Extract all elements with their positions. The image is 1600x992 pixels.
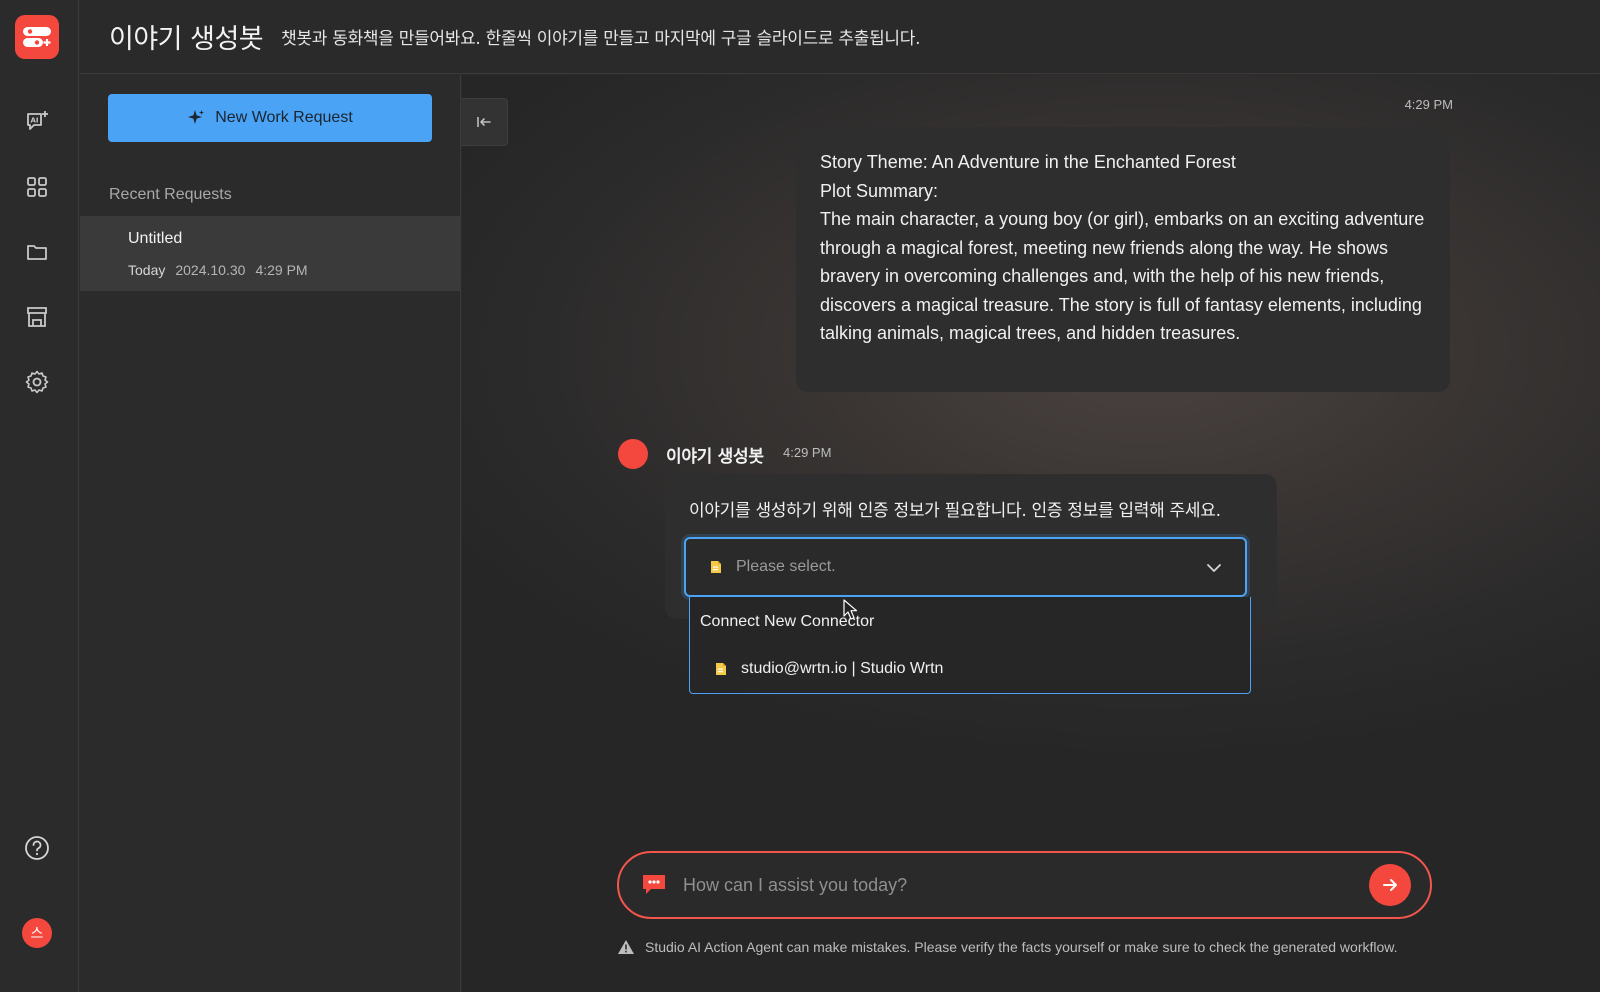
- folder-icon: [27, 245, 47, 260]
- gear-icon: [25, 370, 49, 394]
- recent-request-date: 2024.10.30: [175, 262, 246, 278]
- new-work-request-label: New Work Request: [215, 109, 353, 126]
- connect-new-connector-option[interactable]: Connect New Connector: [690, 600, 1250, 644]
- mouse-cursor-icon: [843, 599, 858, 620]
- account-option[interactable]: studio@wrtn.io | Studio Wrtn: [690, 647, 1250, 691]
- top-header: 이야기 생성봇 챗봇과 동화책을 만들어봐요. 한줄씩 이야기를 만들고 마지막…: [80, 0, 1600, 74]
- bot-name: 이야기 생성봇: [666, 447, 764, 467]
- user-message-bubble: Story Theme: An Adventure in the Enchant…: [796, 127, 1450, 392]
- svg-text:AI: AI: [31, 117, 39, 125]
- chat-area: 4:29 PM Story Theme: An Adventure in the…: [462, 75, 1600, 992]
- help-icon: [25, 836, 49, 860]
- user-message-time: 4:29 PM: [1404, 97, 1453, 112]
- disclaimer: Studio AI Action Agent can make mistakes…: [617, 939, 1437, 955]
- nav-rail: AI 스: [0, 0, 79, 992]
- user-message-line: Plot Summary:: [820, 180, 939, 201]
- nav-ai-chat[interactable]: AI: [20, 105, 54, 139]
- chat-bubble-icon: [643, 875, 665, 894]
- document-icon: [716, 663, 726, 675]
- nav-store[interactable]: [20, 300, 54, 334]
- logo-icon: [23, 27, 51, 47]
- bot-message-time: 4:29 PM: [783, 445, 832, 460]
- history-panel: New Work Request Recent Requests Untitle…: [80, 75, 461, 992]
- option-label: studio@wrtn.io | Studio Wrtn: [741, 660, 944, 677]
- select-placeholder: Please select.: [736, 558, 836, 575]
- ai-chat-icon: AI: [27, 111, 48, 130]
- nav-settings[interactable]: [20, 365, 54, 399]
- nav-files[interactable]: [20, 235, 54, 269]
- page-description: 챗봇과 동화책을 만들어봐요. 한줄씩 이야기를 만들고 마지막에 구글 슬라이…: [281, 29, 921, 49]
- recent-request-day: Today: [128, 262, 166, 278]
- sparkle-icon: [188, 110, 205, 124]
- collapse-sidebar-button[interactable]: [461, 98, 508, 146]
- message-composer: [617, 851, 1432, 919]
- recent-requests-heading: Recent Requests: [109, 186, 232, 203]
- recent-request-meta: Today 2024.10.30 4:29 PM: [128, 262, 308, 278]
- message-input[interactable]: [683, 874, 1369, 896]
- nav-dashboard[interactable]: [20, 170, 54, 204]
- page-title: 이야기 생성봇: [109, 24, 264, 55]
- bot-avatar: [618, 439, 648, 469]
- credential-dropdown: Connect New Connector studio@wrtn.io | S…: [689, 597, 1251, 694]
- user-message-line: Story Theme: An Adventure in the Enchant…: [820, 152, 1236, 172]
- new-work-request-button[interactable]: New Work Request: [108, 94, 432, 142]
- disclaimer-text: Studio AI Action Agent can make mistakes…: [645, 939, 1398, 955]
- nav-help[interactable]: [20, 831, 54, 865]
- grid-icon: [27, 177, 47, 197]
- app-logo[interactable]: [15, 15, 59, 59]
- recent-request-title: Untitled: [128, 230, 183, 247]
- chevron-down-icon: [1207, 564, 1221, 572]
- user-avatar[interactable]: 스: [22, 918, 52, 948]
- document-icon: [711, 561, 721, 573]
- collapse-left-icon: [477, 117, 491, 127]
- credential-select[interactable]: Please select.: [684, 537, 1247, 597]
- send-button[interactable]: [1369, 864, 1411, 906]
- store-icon: [27, 307, 47, 327]
- recent-request-item[interactable]: Untitled Today 2024.10.30 4:29 PM: [80, 216, 460, 291]
- warning-icon: [618, 940, 634, 954]
- arrow-right-icon: [1383, 879, 1397, 891]
- user-message-line: The main character, a young boy (or girl…: [820, 209, 1425, 343]
- recent-request-time: 4:29 PM: [255, 262, 308, 278]
- bot-message-text: 이야기를 생성하기 위해 인증 정보가 필요합니다. 인증 정보를 입력해 주세…: [689, 501, 1221, 521]
